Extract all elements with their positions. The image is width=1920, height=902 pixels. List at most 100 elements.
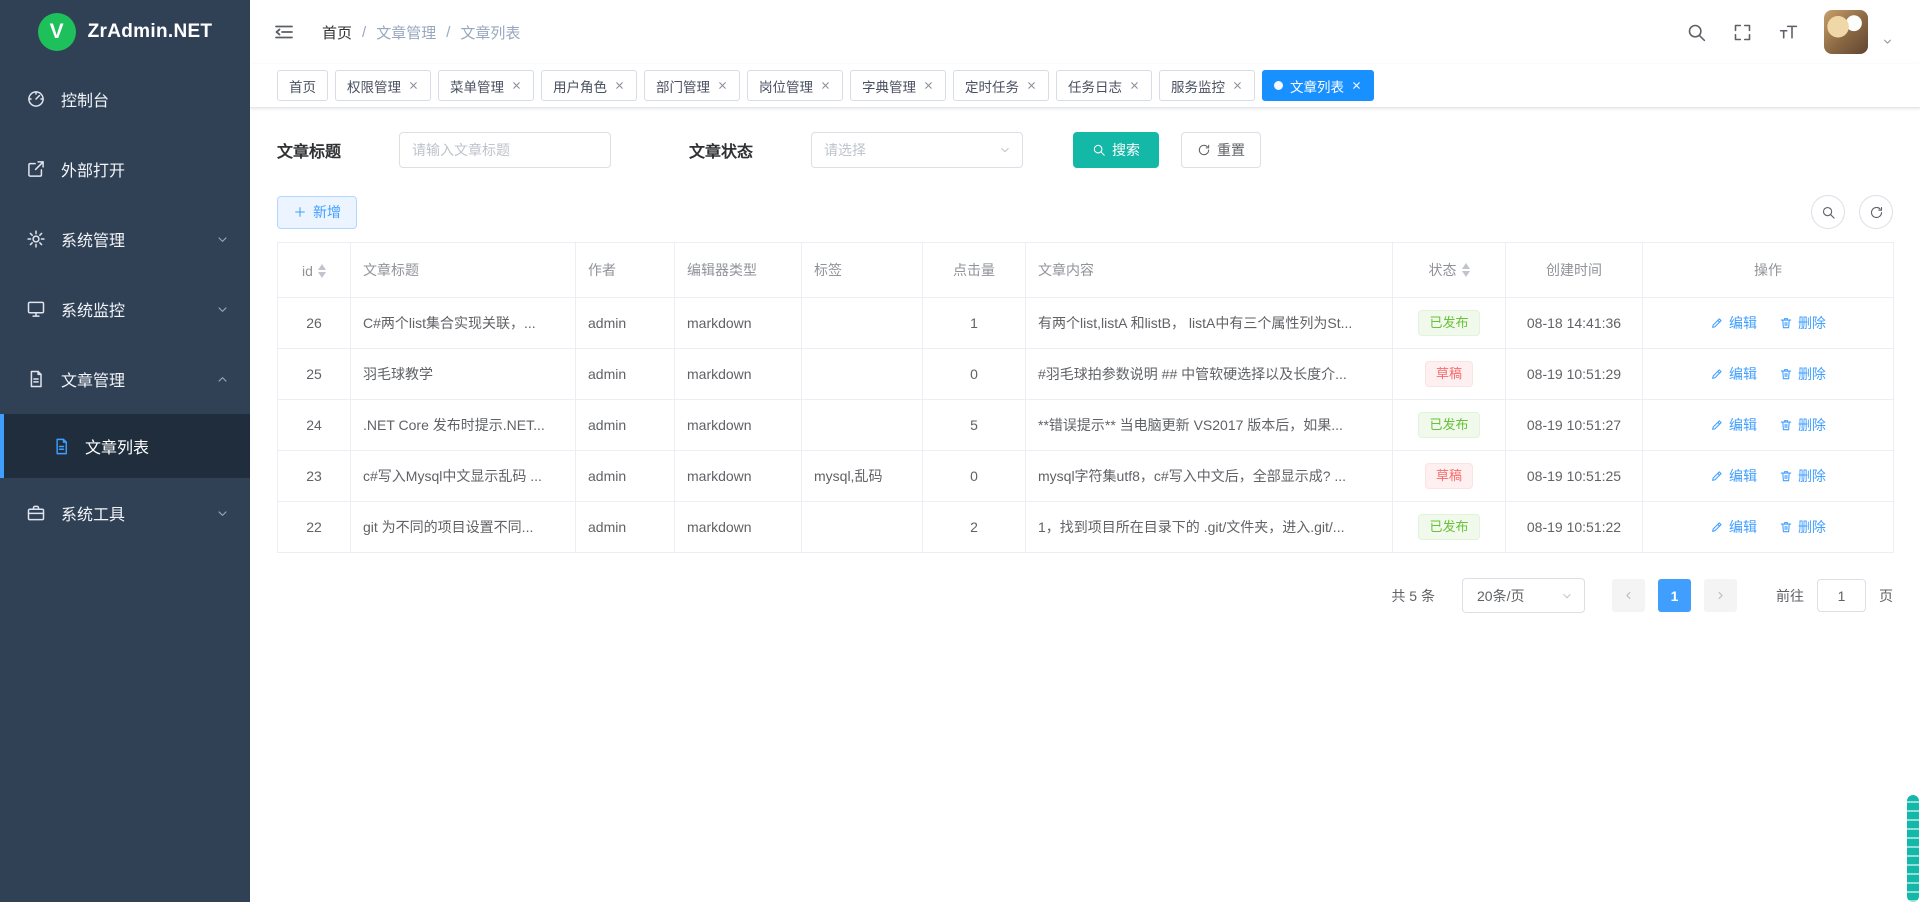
col-header-clicks: 点击量: [923, 243, 1026, 298]
close-icon[interactable]: [1129, 80, 1140, 91]
sort-caret-icon[interactable]: [318, 264, 326, 278]
edit-button[interactable]: 编辑: [1710, 517, 1757, 537]
delete-button[interactable]: 删除: [1779, 466, 1826, 486]
cell-clicks: 2: [923, 502, 1026, 553]
tab-dict-mgmt[interactable]: 字典管理: [850, 70, 946, 101]
logo[interactable]: V ZrAdmin.NET: [0, 0, 250, 64]
plus-icon: [293, 205, 307, 219]
tab-menu-mgmt[interactable]: 菜单管理: [438, 70, 534, 101]
cell-author: admin: [576, 400, 675, 451]
page-unit-label: 页: [1879, 586, 1893, 606]
total-count: 共 5 条: [1391, 586, 1435, 606]
edit-button[interactable]: 编辑: [1710, 466, 1757, 486]
delete-icon: [1779, 367, 1793, 381]
col-header-created: 创建时间: [1506, 243, 1643, 298]
next-page-button[interactable]: [1704, 579, 1737, 612]
cell-title: 羽毛球教学: [351, 349, 576, 400]
page-size-select[interactable]: 20条/页: [1462, 578, 1585, 613]
sidebar-item-external-open[interactable]: 外部打开: [0, 134, 250, 204]
fullscreen-icon[interactable]: [1732, 22, 1753, 43]
tab-home[interactable]: 首页: [277, 70, 328, 101]
edit-button[interactable]: 编辑: [1710, 364, 1757, 384]
edit-label: 编辑: [1729, 517, 1757, 537]
logo-letter: V: [50, 20, 64, 44]
cell-editor: markdown: [675, 451, 802, 502]
tab-label: 菜单管理: [450, 76, 504, 96]
col-header-id[interactable]: id: [278, 243, 351, 298]
edit-button[interactable]: 编辑: [1710, 415, 1757, 435]
sidebar-item-system-monitor[interactable]: 系统监控: [0, 274, 250, 344]
tab-dept-mgmt[interactable]: 部门管理: [644, 70, 740, 101]
sort-caret-icon[interactable]: [1462, 263, 1470, 277]
tab-scheduled-tasks[interactable]: 定时任务: [953, 70, 1049, 101]
delete-button[interactable]: 删除: [1779, 517, 1826, 537]
topbar: 首页 / 文章管理 / 文章列表: [250, 0, 1920, 64]
close-icon[interactable]: [717, 80, 728, 91]
prev-page-button[interactable]: [1612, 579, 1645, 612]
close-icon[interactable]: [614, 80, 625, 91]
sidebar-item-system-mgmt[interactable]: 系统管理: [0, 204, 250, 274]
close-icon[interactable]: [511, 80, 522, 91]
font-size-icon[interactable]: [1778, 22, 1799, 43]
cell-editor: markdown: [675, 349, 802, 400]
delete-button[interactable]: 删除: [1779, 313, 1826, 333]
col-label: 状态: [1429, 260, 1457, 280]
reset-button-label: 重置: [1217, 143, 1245, 157]
cell-created: 08-19 10:51:22: [1506, 502, 1643, 553]
close-icon[interactable]: [1351, 80, 1362, 91]
cell-clicks: 0: [923, 349, 1026, 400]
col-header-status[interactable]: 状态: [1393, 243, 1506, 298]
sidebar-item-console[interactable]: 控制台: [0, 64, 250, 134]
hamburger-icon[interactable]: [272, 20, 296, 44]
cell-status: 草稿: [1393, 451, 1506, 502]
refresh-button[interactable]: [1859, 195, 1893, 229]
cell-tags: [802, 400, 923, 451]
cell-created: 08-18 14:41:36: [1506, 298, 1643, 349]
tab-task-log[interactable]: 任务日志: [1056, 70, 1152, 101]
app-title: ZrAdmin.NET: [88, 21, 213, 43]
tab-label: 任务日志: [1068, 76, 1122, 96]
tab-user-role[interactable]: 用户角色: [541, 70, 637, 101]
tab-article-list[interactable]: 文章列表: [1262, 70, 1374, 101]
page-1-button[interactable]: 1: [1658, 579, 1691, 612]
chevron-down-icon[interactable]: [1881, 35, 1894, 48]
edit-button[interactable]: 编辑: [1710, 313, 1757, 333]
external-link-icon: [26, 159, 46, 179]
close-icon[interactable]: [408, 80, 419, 91]
status-filter-select[interactable]: 请选择: [811, 132, 1023, 168]
tab-post-mgmt[interactable]: 岗位管理: [747, 70, 843, 101]
pagination: 共 5 条 20条/页 1 前往 页: [277, 578, 1893, 613]
close-icon[interactable]: [1026, 80, 1037, 91]
breadcrumb-section[interactable]: 文章管理: [376, 22, 436, 43]
sidebar-item-label: 文章管理: [61, 367, 125, 391]
sidebar-item-article-mgmt[interactable]: 文章管理: [0, 344, 250, 414]
document-icon: [26, 369, 46, 389]
reset-button[interactable]: 重置: [1181, 132, 1261, 168]
search-button[interactable]: 搜索: [1073, 132, 1159, 168]
goto-page-input[interactable]: [1817, 579, 1866, 612]
toggle-search-button[interactable]: [1811, 195, 1845, 229]
search-icon[interactable]: [1686, 22, 1707, 43]
breadcrumb-home[interactable]: 首页: [322, 22, 352, 43]
table-row: 26 C#两个list集合实现关联，... admin markdown 1 有…: [278, 298, 1894, 349]
close-icon[interactable]: [923, 80, 934, 91]
cell-tags: mysql,乱码: [802, 451, 923, 502]
sidebar-item-system-tools[interactable]: 系统工具: [0, 478, 250, 548]
delete-button[interactable]: 删除: [1779, 415, 1826, 435]
tab-service-monitor[interactable]: 服务监控: [1159, 70, 1255, 101]
table-row: 25 羽毛球教学 admin markdown 0 #羽毛球拍参数说明 ## 中…: [278, 349, 1894, 400]
delete-label: 删除: [1798, 364, 1826, 384]
tab-permission-mgmt[interactable]: 权限管理: [335, 70, 431, 101]
close-icon[interactable]: [820, 80, 831, 91]
status-badge: 已发布: [1418, 412, 1479, 438]
close-icon[interactable]: [1232, 80, 1243, 91]
sidebar-item-article-list[interactable]: 文章列表: [0, 414, 250, 478]
title-filter-input[interactable]: [399, 132, 611, 168]
delete-button[interactable]: 删除: [1779, 364, 1826, 384]
breadcrumb-separator: /: [446, 24, 450, 41]
edit-icon: [1710, 520, 1724, 534]
add-button[interactable]: 新增: [277, 196, 357, 229]
scrollbar-thumb[interactable]: [1907, 795, 1919, 902]
status-badge: 草稿: [1425, 361, 1473, 387]
avatar[interactable]: [1824, 10, 1868, 54]
